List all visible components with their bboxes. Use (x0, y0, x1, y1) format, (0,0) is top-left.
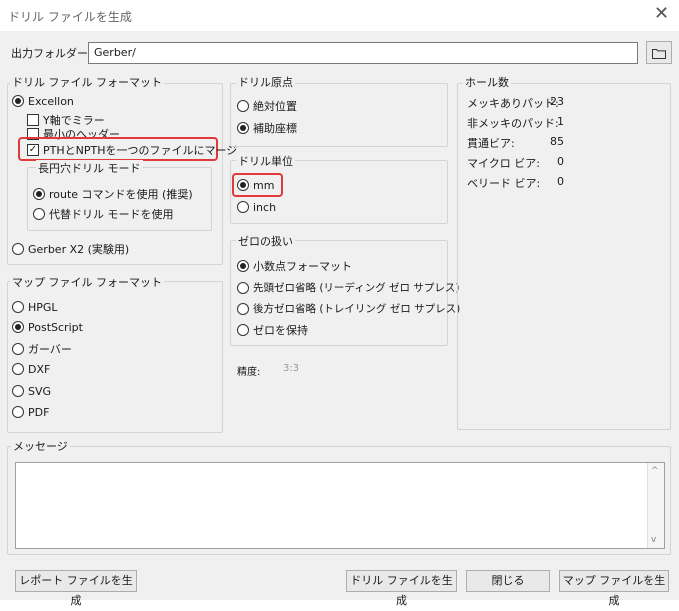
generate-report-button[interactable]: レポート ファイルを生成 (15, 570, 137, 607)
messages-scrollbar[interactable]: ^ v (647, 463, 664, 548)
merge-pth-npth-checkbox[interactable]: ✓ PTHとNPTHを一つのファイルにマージ (27, 142, 237, 158)
output-folder-label: 出力フォルダー: (11, 47, 92, 60)
route-command-radio[interactable]: route コマンドを使用 (推奨) (33, 186, 193, 202)
hole-label-nonplated: 非メッキのパッド: (467, 117, 559, 130)
map-dxf-radio[interactable]: DXF (12, 362, 50, 376)
oval-drill-title: 長円穴ドリル モード (36, 160, 143, 176)
messages-textarea[interactable]: ^ v (15, 462, 665, 549)
drill-units-title: ドリル単位 (236, 153, 295, 169)
map-svg-radio[interactable]: SVG (12, 384, 51, 398)
zeros-leading-radio[interactable]: 先頭ゼロ省略 (リーディング ゼロ サプレス) (237, 280, 459, 295)
map-pdf-radio[interactable]: PDF (12, 405, 49, 419)
output-folder-value: Gerber/ (94, 46, 136, 59)
hole-label-buried-via: ベリード ビア: (467, 177, 541, 190)
title-bar: ドリル ファイルを生成 ✕ (0, 0, 679, 32)
drill-format-title: ドリル ファイル フォーマット (10, 74, 164, 90)
checkmark-icon: ✓ (27, 144, 39, 156)
alt-drill-mode-radio[interactable]: 代替ドリル モードを使用 (33, 206, 174, 222)
hole-label-micro-via: マイクロ ビア: (467, 157, 540, 170)
output-folder-field[interactable]: Gerber/ (88, 42, 638, 64)
window-title: ドリル ファイルを生成 (8, 10, 132, 24)
close-button[interactable]: 閉じる (466, 570, 550, 592)
hole-value-through-via: 85 (550, 135, 564, 148)
scroll-up-icon[interactable]: ^ (651, 466, 659, 476)
zeros-decimal-radio[interactable]: 小数点フォーマット (237, 258, 352, 274)
unit-inch-radio[interactable]: inch (237, 200, 276, 214)
precision-label: 精度: (237, 367, 261, 378)
gerber-x2-radio[interactable]: Gerber X2 (実験用) (12, 241, 129, 257)
hole-label-through-via: 貫通ビア: (467, 137, 515, 150)
origin-aux-radio[interactable]: 補助座標 (237, 120, 297, 136)
origin-absolute-radio[interactable]: 絶対位置 (237, 98, 297, 114)
hole-value-buried-via: 0 (557, 175, 564, 188)
precision-value: 3:3 (283, 363, 300, 374)
excellon-radio[interactable]: Excellon (12, 94, 74, 108)
folder-icon (652, 48, 666, 59)
hole-value-micro-via: 0 (557, 155, 564, 168)
generate-map-button[interactable]: マップ ファイルを生成 (559, 570, 669, 607)
zeros-title: ゼロの扱い (236, 233, 295, 249)
radio-selected (12, 95, 24, 107)
hole-value-plated: 23 (550, 95, 564, 108)
zeros-trailing-radio[interactable]: 後方ゼロ省略 (トレイリング ゼロ サプレス) (237, 301, 460, 316)
drill-origin-title: ドリル原点 (236, 74, 295, 90)
generate-drill-button[interactable]: ドリル ファイルを生成 (346, 570, 457, 607)
unit-mm-radio[interactable]: mm (237, 178, 274, 192)
scroll-down-icon[interactable]: v (651, 535, 656, 545)
map-postscript-radio[interactable]: PostScript (12, 320, 83, 334)
browse-folder-button[interactable] (646, 41, 672, 64)
messages-title: メッセージ (11, 438, 70, 454)
map-hpgl-radio[interactable]: HPGL (12, 300, 58, 314)
hole-count-title: ホール数 (463, 74, 511, 90)
map-format-title: マップ ファイル フォーマット (10, 274, 164, 290)
map-gerber-radio[interactable]: ガーバー (12, 341, 72, 357)
close-icon[interactable]: ✕ (654, 3, 669, 24)
drill-origin-group (230, 83, 448, 147)
hole-value-nonplated: 1 (557, 115, 564, 128)
zeros-keep-radio[interactable]: ゼロを保持 (237, 322, 308, 338)
hole-label-plated: メッキありパッド: (467, 97, 559, 110)
